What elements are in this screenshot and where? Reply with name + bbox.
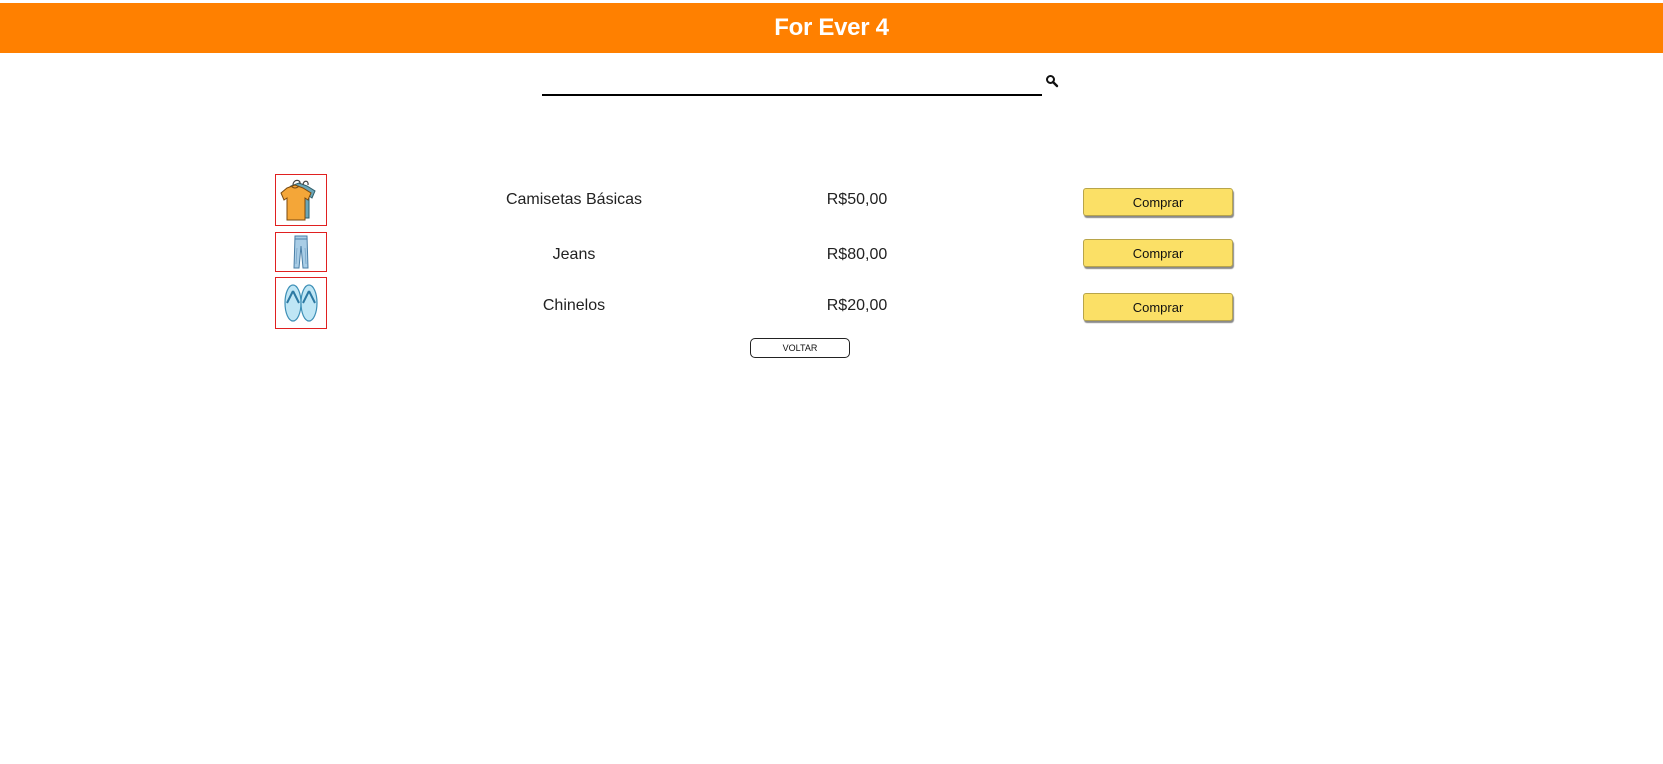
- buy-button[interactable]: Comprar: [1083, 239, 1233, 267]
- product-name: Camisetas Básicas: [505, 191, 643, 208]
- product-name: Jeans: [552, 246, 596, 263]
- site-header: For Ever 4: [0, 3, 1663, 53]
- product-thumbnail: [275, 232, 327, 272]
- product-row: Chinelos R$20,00 Comprar: [0, 277, 1663, 329]
- flip-flops-icon: [284, 284, 318, 322]
- product-price: R$20,00: [826, 297, 888, 314]
- product-thumbnail: [275, 277, 327, 329]
- product-price: R$80,00: [826, 246, 888, 263]
- buy-button[interactable]: Comprar: [1083, 293, 1233, 321]
- product-name: Chinelos: [542, 297, 606, 314]
- search-icon: [1046, 75, 1059, 88]
- buy-button[interactable]: Comprar: [1083, 188, 1233, 216]
- back-button[interactable]: VOLTAR: [750, 338, 850, 358]
- search-input[interactable]: [542, 70, 1042, 96]
- search-bar: [542, 70, 1062, 96]
- search-button[interactable]: [1045, 74, 1059, 88]
- site-title: For Ever 4: [774, 14, 889, 41]
- jeans-icon: [293, 235, 309, 269]
- product-price: R$50,00: [826, 191, 888, 208]
- product-thumbnail: [275, 174, 327, 226]
- tshirt-icon: [280, 179, 316, 221]
- product-row: Camisetas Básicas R$50,00 Comprar: [0, 174, 1663, 226]
